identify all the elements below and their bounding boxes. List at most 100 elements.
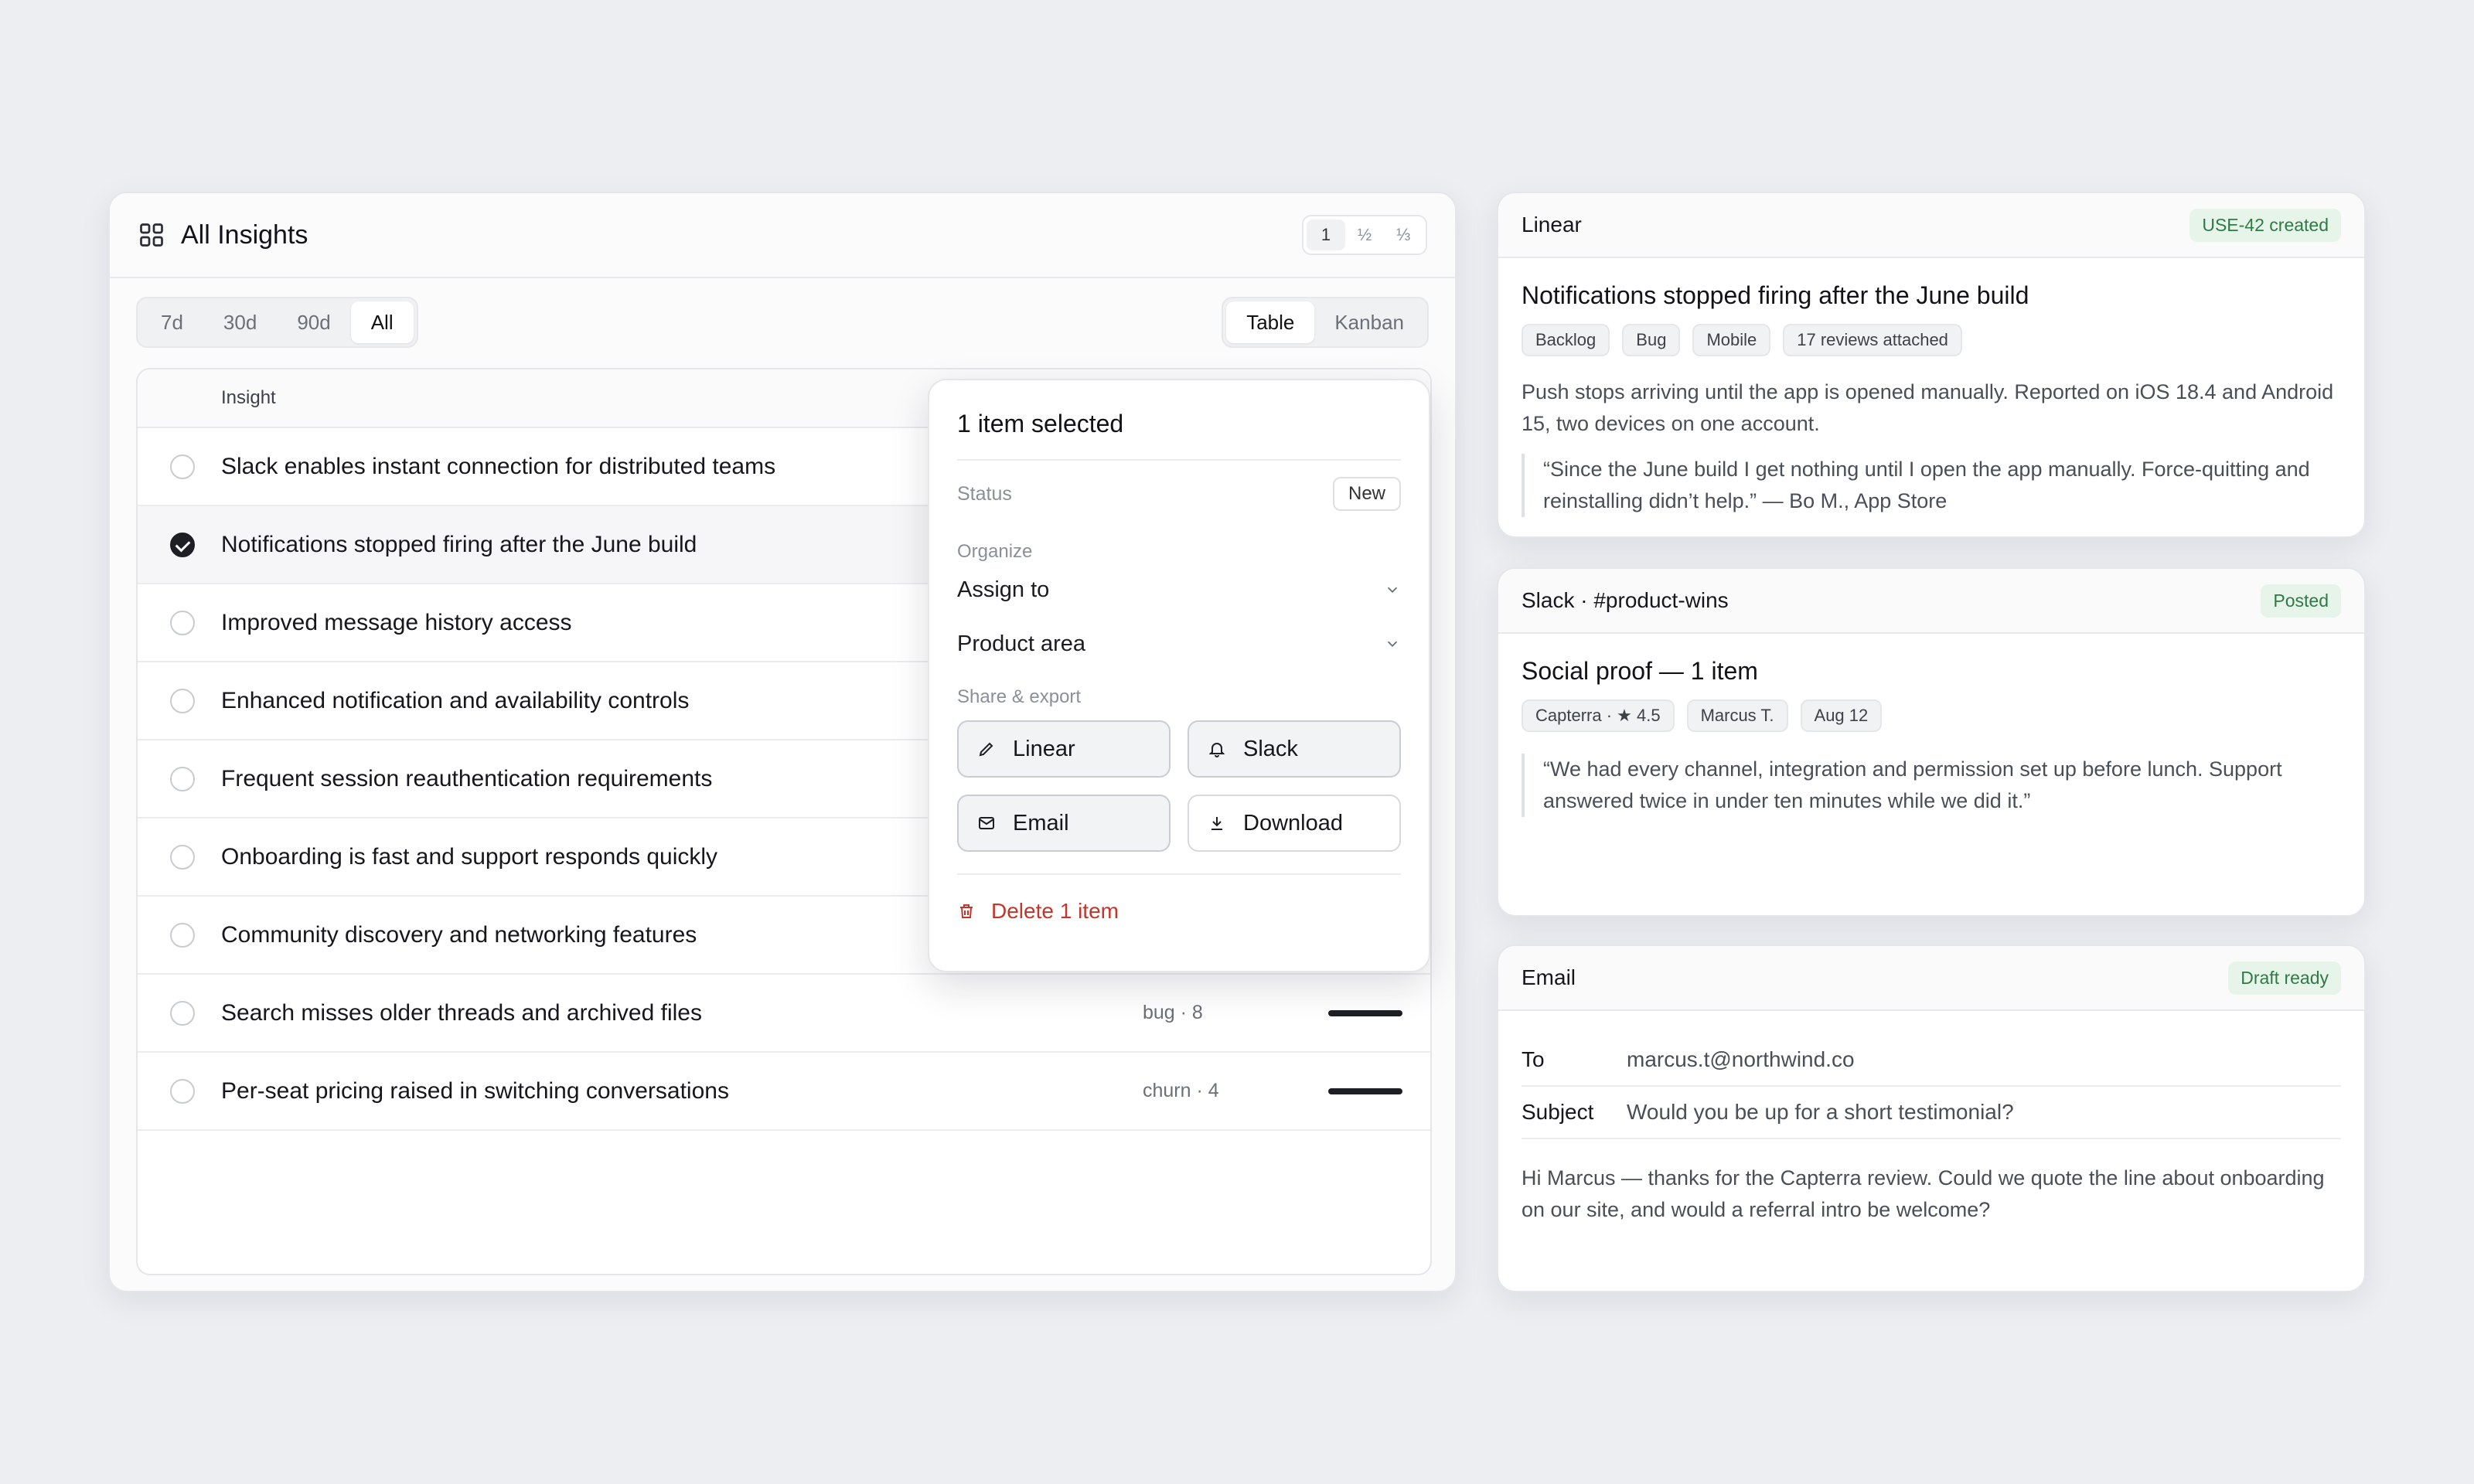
table-row[interactable]: Search misses older threads and archived… xyxy=(138,975,1430,1053)
download-button[interactable]: Download xyxy=(1188,795,1401,852)
row-insight-title: Frequent session reauthentication requir… xyxy=(221,765,713,791)
download-icon xyxy=(1211,817,1222,830)
time-range-7d[interactable]: 7d xyxy=(141,301,203,343)
email-subject-row: Subject Would you be up for a short test… xyxy=(1522,1087,2341,1139)
slack-post-meta: Capterra · ★ 4.5 Marcus T. Aug 12 xyxy=(1522,699,2341,732)
meta-chip: Aug 12 xyxy=(1800,699,1883,732)
status-label: Status xyxy=(957,482,1012,505)
label-chip: Bug xyxy=(1622,324,1681,356)
organize-section-label: Organize xyxy=(957,541,1033,562)
linear-card-source: Linear xyxy=(1522,213,1582,237)
linear-issue-description: Push stops arriving until the app is ope… xyxy=(1522,380,2334,435)
density-toggle: 1 ½ ⅓ xyxy=(1302,215,1427,255)
export-slack-label: Slack xyxy=(1243,736,1298,761)
view-switcher: Table Kanban xyxy=(1222,297,1429,348)
grid-icon xyxy=(140,223,163,247)
density-option-third[interactable]: ⅓ xyxy=(1384,220,1423,250)
email-to-row: To marcus.t@northwind.co xyxy=(1522,1034,2341,1087)
email-preview-card: Email Draft ready To marcus.t@northwind.… xyxy=(1497,945,2366,1292)
export-slack-button[interactable]: Slack xyxy=(1188,720,1401,778)
meta-chip: Capterra · ★ 4.5 xyxy=(1522,699,1675,732)
time-range-all[interactable]: All xyxy=(350,301,414,343)
email-card-source: Email xyxy=(1522,965,1576,989)
meta-chip: Marcus T. xyxy=(1686,699,1788,732)
mail-icon xyxy=(979,817,994,829)
view-kanban-button[interactable]: Kanban xyxy=(1314,301,1424,343)
label-chip: 17 reviews attached xyxy=(1783,324,1962,356)
row-volume-bar xyxy=(1328,1087,1402,1094)
row-select-checkbox[interactable] xyxy=(170,688,195,713)
time-range-filter: 7d 30d 90d All xyxy=(136,297,418,348)
download-label: Download xyxy=(1243,810,1343,836)
export-linear-button[interactable]: Linear xyxy=(957,720,1171,778)
share-export-section-label: Share & export xyxy=(957,686,1082,707)
email-subject-field[interactable]: Would you be up for a short testimonial? xyxy=(1627,1100,2014,1125)
status-badge: Draft ready xyxy=(2228,961,2341,995)
row-volume-bar xyxy=(1328,1009,1402,1016)
assign-to-label: Assign to xyxy=(957,577,1050,602)
slack-card-source: Slack · #product-wins xyxy=(1522,588,1729,612)
row-select-checkbox[interactable] xyxy=(170,1000,195,1026)
row-select-checkbox[interactable] xyxy=(170,922,195,948)
pencil-icon xyxy=(979,742,993,757)
row-category-count: bug · 8 xyxy=(1143,1002,1203,1023)
row-insight-title: Per-seat pricing raised in switching con… xyxy=(221,1077,729,1104)
insights-toolbar: 7d 30d 90d All Table Kanban xyxy=(110,278,1455,348)
row-select-checkbox[interactable] xyxy=(170,1078,195,1104)
row-insight-title: Search misses older threads and archived… xyxy=(221,999,702,1026)
trash-icon xyxy=(960,904,973,918)
status-row: Status New xyxy=(957,461,1401,527)
row-insight-title: Onboarding is fast and support responds … xyxy=(221,843,718,870)
selection-popover: 1 item selected Status New Organize Assi… xyxy=(928,379,1430,972)
label-chip: Mobile xyxy=(1692,324,1771,356)
table-row[interactable]: Per-seat pricing raised in switching con… xyxy=(138,1053,1430,1131)
row-category-count: churn · 4 xyxy=(1143,1080,1219,1101)
time-range-30d[interactable]: 30d xyxy=(203,301,277,343)
row-select-checkbox[interactable] xyxy=(170,766,195,791)
row-select-checkbox[interactable] xyxy=(170,454,195,479)
row-insight-title: Enhanced notification and availability c… xyxy=(221,687,690,713)
row-insight-title: Notifications stopped firing after the J… xyxy=(221,531,697,557)
chevron-down-icon xyxy=(1387,641,1398,648)
email-body[interactable]: Hi Marcus — thanks for the Capterra revi… xyxy=(1522,1162,2341,1226)
product-area-select[interactable]: Product area xyxy=(957,617,1401,671)
linear-issue-quote: “Since the June build I get nothing unti… xyxy=(1522,454,2341,517)
product-area-label: Product area xyxy=(957,631,1086,656)
row-select-checkbox[interactable] xyxy=(170,532,195,557)
delete-items-button[interactable]: Delete 1 item xyxy=(957,875,1401,948)
status-badge: USE-42 created xyxy=(2189,208,2341,242)
time-range-90d[interactable]: 90d xyxy=(277,301,350,343)
density-option-full[interactable]: 1 xyxy=(1307,220,1345,250)
linear-card-header: Linear USE-42 created xyxy=(1498,193,2364,258)
bell-icon xyxy=(1208,743,1225,757)
linear-issue-title: Notifications stopped firing after the J… xyxy=(1522,281,2029,309)
email-card-header: Email Draft ready xyxy=(1498,946,2364,1011)
view-table-button[interactable]: Table xyxy=(1226,301,1315,343)
email-to-field[interactable]: marcus.t@northwind.co xyxy=(1627,1047,1855,1072)
slack-preview-card: Slack · #product-wins Posted Social proo… xyxy=(1497,567,2366,917)
slack-post-title: Social proof — 1 item xyxy=(1522,657,1758,685)
assign-to-select[interactable]: Assign to xyxy=(957,563,1401,617)
email-subject-label: Subject xyxy=(1522,1100,1594,1124)
row-select-checkbox[interactable] xyxy=(170,844,195,870)
status-badge: Posted xyxy=(2261,584,2341,618)
export-linear-label: Linear xyxy=(1013,736,1075,761)
export-email-label: Email xyxy=(1013,810,1069,836)
chevron-down-icon xyxy=(1387,587,1398,594)
email-to-label: To xyxy=(1522,1047,1545,1071)
slack-card-header: Slack · #product-wins Posted xyxy=(1498,569,2364,634)
label-chip: Backlog xyxy=(1522,324,1610,356)
export-email-button[interactable]: Email xyxy=(957,795,1171,852)
column-header-insight[interactable]: Insight xyxy=(221,387,276,409)
linear-preview-card: Linear USE-42 created Notifications stop… xyxy=(1497,192,2366,538)
popover-title: 1 item selected xyxy=(957,380,1401,461)
insights-header: All Insights 1 ½ ⅓ xyxy=(110,193,1455,278)
page-title: All Insights xyxy=(181,220,308,250)
delete-items-label: Delete 1 item xyxy=(991,899,1119,923)
linear-issue-labels: Backlog Bug Mobile 17 reviews attached xyxy=(1522,324,2341,356)
density-option-half[interactable]: ½ xyxy=(1345,220,1384,250)
row-insight-title: Improved message history access xyxy=(221,609,572,635)
row-select-checkbox[interactable] xyxy=(170,610,195,635)
status-badge[interactable]: New xyxy=(1332,477,1401,511)
row-insight-title: Slack enables instant connection for dis… xyxy=(221,453,776,479)
